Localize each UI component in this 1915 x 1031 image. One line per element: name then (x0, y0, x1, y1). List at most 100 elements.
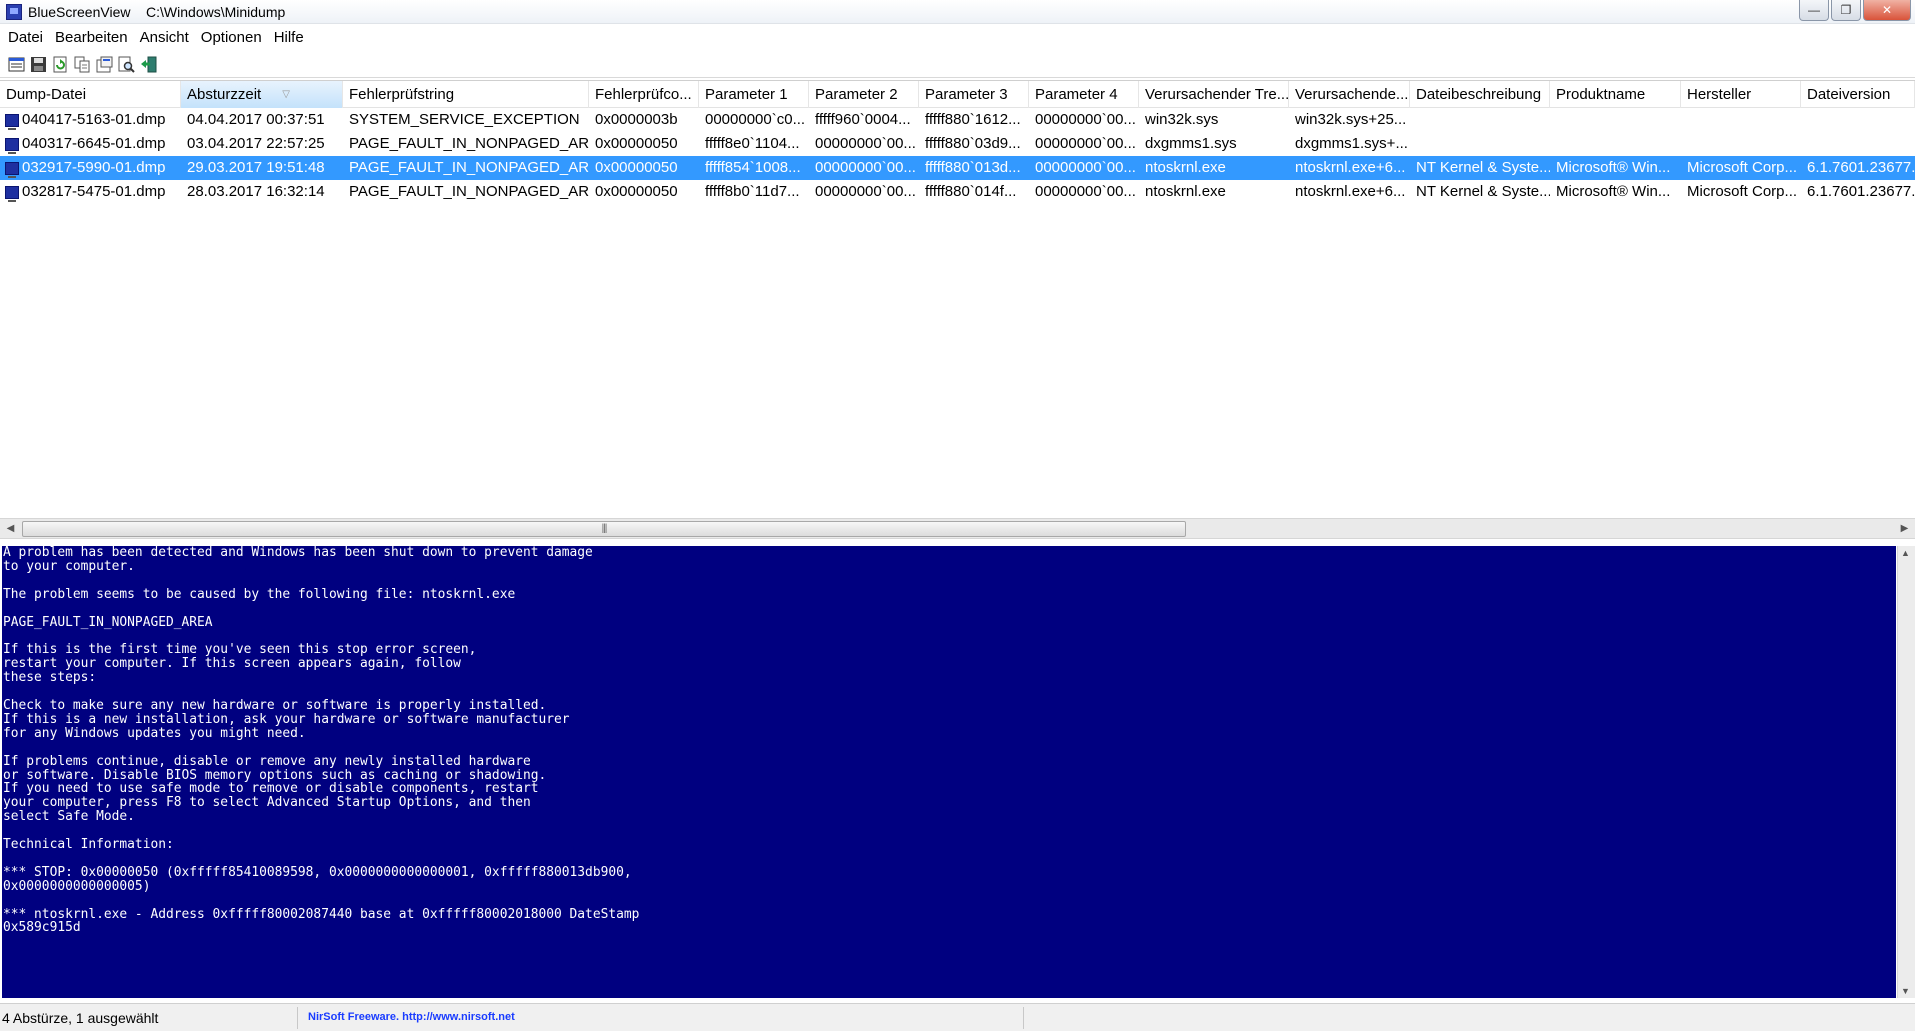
scroll-right-icon[interactable]: ▶ (1896, 521, 1913, 537)
column-header-verursachende-adresse[interactable]: Verursachende... (1289, 81, 1410, 108)
menu-bearbeiten[interactable]: Bearbeiten (49, 27, 134, 49)
column-header-fehlerpruefcode[interactable]: Fehlerprüfco... (589, 81, 699, 108)
cell-product-name (1550, 132, 1681, 156)
cell-caused-by-driver: dxgmms1.sys (1145, 135, 1237, 152)
status-bar: 4 Abstürze, 1 ausgewählt NirSoft Freewar… (0, 1003, 1915, 1031)
menu-optionen[interactable]: Optionen (195, 27, 268, 49)
column-header-parameter-4[interactable]: Parameter 4 (1029, 81, 1139, 108)
cell-parameter-2: 00000000`00... (815, 159, 916, 176)
column-header-absturzzeit[interactable]: Absturzzeit ▽ (181, 81, 343, 108)
column-header-dateibeschreibung[interactable]: Dateibeschreibung (1410, 81, 1550, 108)
cell-bug-check-string: PAGE_FAULT_IN_NONPAGED_AREA (349, 135, 589, 152)
scroll-left-icon[interactable]: ◀ (2, 521, 19, 537)
exit-icon[interactable] (140, 56, 157, 73)
column-header-hersteller[interactable]: Hersteller (1681, 81, 1801, 108)
menu-ansicht[interactable]: Ansicht (134, 27, 195, 49)
cell-text: 040417-5163-01.dmp (22, 111, 166, 128)
cell-file-description: NT Kernel & Syste... (1416, 183, 1550, 200)
cell-parameter-3: fffff880`03d9... (925, 135, 1021, 152)
bluescreen-preview: A problem has been detected and Windows … (2, 546, 1896, 998)
scrollbar-thumb[interactable]: ||| (22, 521, 1186, 537)
cell-company: Microsoft Corp... (1687, 183, 1798, 200)
cell-file-description (1410, 108, 1550, 132)
find-icon[interactable] (118, 56, 135, 73)
dump-file-icon (5, 161, 19, 178)
status-count: 4 Abstürze, 1 ausgewählt (0, 1006, 298, 1029)
column-header-verursachender-treiber[interactable]: Verursachender Tre... (1139, 81, 1289, 108)
table-row[interactable]: 032917-5990-01.dmp 29.03.2017 19:51:48 PAG… (0, 156, 1915, 180)
scroll-up-icon[interactable]: ▲ (1901, 548, 1910, 558)
cell-text: 032917-5990-01.dmp (22, 159, 166, 176)
cell-company (1681, 132, 1801, 156)
menu-datei[interactable]: Datei (2, 27, 49, 49)
vertical-scrollbar[interactable]: ▲ ▼ (1897, 546, 1915, 998)
horizontal-scrollbar[interactable]: ◀ ||| ▶ (0, 518, 1915, 539)
table-row[interactable]: 040417-5163-01.dmp 04.04.2017 00:37:51 SYS… (0, 108, 1915, 132)
app-icon (6, 3, 22, 20)
cell-dump-file: 032917-5990-01.dmp (0, 156, 181, 180)
cell-parameter-2: fffff960`0004... (815, 111, 911, 128)
cell-crash-time: 03.04.2017 22:57:25 (187, 135, 325, 152)
column-header-dump-datei[interactable]: Dump-Datei (0, 81, 181, 108)
cell-caused-by-address: dxgmms1.sys+... (1295, 135, 1408, 152)
cell-bug-check-string: SYSTEM_SERVICE_EXCEPTION (349, 111, 580, 128)
column-header-parameter-3[interactable]: Parameter 3 (919, 81, 1029, 108)
save-icon[interactable] (30, 56, 47, 73)
window-title: BlueScreenView C:\Windows\Minidump (28, 3, 286, 20)
column-header-produktname[interactable]: Produktname (1550, 81, 1681, 108)
cell-text: 032817-5475-01.dmp (22, 183, 166, 200)
column-header-parameter-2[interactable]: Parameter 2 (809, 81, 919, 108)
scroll-down-icon[interactable]: ▼ (1901, 986, 1910, 996)
cell-parameter-4: 00000000`00... (1035, 111, 1136, 128)
menu-bar: Datei Bearbeiten Ansicht Optionen Hilfe (0, 26, 1915, 50)
cell-bug-check-string: PAGE_FAULT_IN_NONPAGED_AREA (349, 183, 589, 200)
cell-file-version: 6.1.7601.23677... (1807, 183, 1915, 200)
cell-parameter-3: fffff880`014f... (925, 183, 1017, 200)
cell-file-description (1410, 132, 1550, 156)
cell-parameter-3: fffff880`1612... (925, 111, 1021, 128)
cell-bug-check-code: 0x00000050 (595, 159, 678, 176)
cell-crash-time: 29.03.2017 19:51:48 (187, 159, 325, 176)
cell-caused-by-driver: win32k.sys (1145, 111, 1219, 128)
cell-parameter-3: fffff880`013d... (925, 159, 1021, 176)
cell-file-version (1801, 108, 1915, 132)
dump-file-icon (5, 185, 19, 202)
cell-bug-check-code: 0x0000003b (595, 111, 678, 128)
cell-parameter-4: 00000000`00... (1035, 183, 1136, 200)
minimize-button[interactable]: — (1799, 0, 1829, 21)
table-row[interactable]: 040317-6645-01.dmp 03.04.2017 22:57:25 PAG… (0, 132, 1915, 156)
cell-caused-by-address: ntoskrnl.exe+6... (1295, 183, 1406, 200)
cell-file-version (1801, 132, 1915, 156)
cell-parameter-4: 00000000`00... (1035, 159, 1136, 176)
cell-parameter-1: fffff8b0`11d7... (705, 183, 800, 200)
column-header-dateiversion[interactable]: Dateiversion (1801, 81, 1915, 108)
copy-icon[interactable] (74, 56, 91, 73)
refresh-icon[interactable] (52, 56, 69, 73)
column-header-parameter-1[interactable]: Parameter 1 (699, 81, 809, 108)
cell-parameter-4: 00000000`00... (1035, 135, 1136, 152)
cell-company (1681, 108, 1801, 132)
cell-caused-by-address: win32k.sys+25... (1295, 111, 1407, 128)
cell-product-name: Microsoft® Win... (1556, 159, 1671, 176)
cell-file-version: 6.1.7601.23677... (1807, 159, 1915, 176)
html-report-icon[interactable] (8, 56, 25, 73)
cell-bug-check-string: PAGE_FAULT_IN_NONPAGED_AREA (349, 159, 589, 176)
maximize-button[interactable]: ❐ (1831, 0, 1861, 21)
properties-icon[interactable] (96, 56, 113, 73)
table-row[interactable]: 032817-5475-01.dmp 28.03.2017 16:32:14 PAG… (0, 180, 1915, 204)
dump-file-icon (5, 113, 19, 130)
cell-parameter-2: 00000000`00... (815, 135, 916, 152)
crash-list: Dump-Datei Absturzzeit ▽ Fehlerprüfstring… (0, 80, 1915, 520)
column-header-fehlerpruefstring[interactable]: Fehlerprüfstring (343, 81, 589, 108)
nirsoft-link[interactable]: NirSoft Freeware. http://www.nirsoft.net (298, 1006, 1024, 1029)
cell-bug-check-code: 0x00000050 (595, 135, 678, 152)
cell-dump-file: 032817-5475-01.dmp (0, 180, 181, 204)
column-header-label: Absturzzeit (187, 86, 262, 103)
dump-file-icon (5, 137, 19, 154)
table-header: Dump-Datei Absturzzeit ▽ Fehlerprüfstring… (0, 81, 1915, 108)
close-button[interactable]: ✕ (1863, 0, 1911, 21)
title-bar: BlueScreenView C:\Windows\Minidump — ❐ ✕ (0, 0, 1915, 24)
cell-crash-time: 28.03.2017 16:32:14 (187, 183, 325, 200)
menu-hilfe[interactable]: Hilfe (268, 27, 310, 49)
cell-company: Microsoft Corp... (1687, 159, 1798, 176)
